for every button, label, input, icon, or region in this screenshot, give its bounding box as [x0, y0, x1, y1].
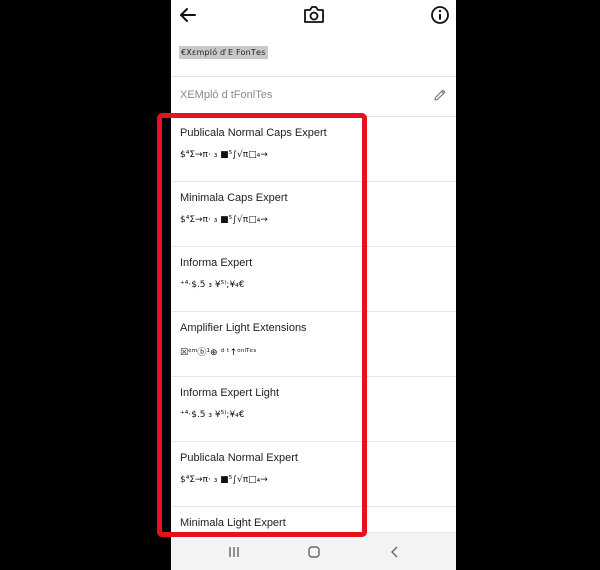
divider: [171, 76, 456, 77]
font-name: Informa Expert: [180, 257, 253, 269]
camera-button[interactable]: [301, 2, 327, 28]
info-button[interactable]: [427, 2, 453, 28]
font-name: Minimala Caps Expert: [180, 192, 288, 204]
font-name: Minimala Light Expert: [180, 517, 286, 529]
font-preview-row: €Χεmpló ď E FonΤes: [171, 36, 456, 72]
recent-apps-icon: [229, 547, 239, 557]
font-sample: $⁴Σ→π· ₃ ■⁵∫√π□₄→: [180, 215, 268, 225]
camera-icon: [304, 6, 324, 23]
font-list: Publicala Normal Caps Expert $⁴Σ→π· ₃ ■⁵…: [171, 117, 456, 532]
font-list-item[interactable]: Publicala Normal Expert $⁴Σ→π· ₃ ■⁵∫√π□₄…: [171, 442, 456, 507]
chevron-left-icon: [391, 546, 398, 558]
text-edit-row[interactable]: XEMpló d tFonlTes: [171, 78, 456, 116]
home-button[interactable]: [302, 541, 326, 563]
home-icon: [308, 546, 320, 558]
preview-text[interactable]: €Χεmpló ď E FonΤes: [179, 46, 268, 59]
phone-screen: €Χεmpló ď E FonΤes XEMpló d tFonlTes Pub…: [171, 0, 456, 570]
pencil-icon[interactable]: [433, 88, 447, 102]
font-name: Informa Expert Light: [180, 387, 280, 399]
info-icon: [431, 6, 449, 24]
edit-text-field[interactable]: XEMpló d tFonlTes: [180, 89, 272, 101]
font-sample: ☒ᵉᵐⓑ¹⊕ ᵈ ᵗ↑ᵒⁿˡᵀᵉˢ: [180, 348, 257, 358]
font-sample: $⁴Σ→π· ₃ ■⁵∫√π□₄→: [180, 150, 268, 160]
font-list-item[interactable]: Amplifier Light Extensions ☒ᵉᵐⓑ¹⊕ ᵈ ᵗ↑ᵒⁿ…: [171, 312, 456, 377]
font-name: Publicala Normal Expert: [180, 452, 298, 464]
font-list-item[interactable]: Minimala Light Expert: [171, 507, 456, 532]
recent-apps-button[interactable]: [222, 541, 246, 563]
font-list-item[interactable]: Informa Expert Light ⁺⁴·$.5 ₃ ¥⁵⁾;¥₄€: [171, 377, 456, 442]
back-button[interactable]: [175, 2, 201, 28]
nav-back-button[interactable]: [383, 541, 407, 563]
system-nav-bar: [171, 532, 456, 570]
arrow-left-icon: [180, 8, 196, 22]
font-sample: ⁺⁴·$.5 ₃ ¥⁵⁾;¥₄€: [180, 410, 245, 420]
font-list-item[interactable]: Minimala Caps Expert $⁴Σ→π· ₃ ■⁵∫√π□₄→: [171, 182, 456, 247]
font-list-item[interactable]: Publicala Normal Caps Expert $⁴Σ→π· ₃ ■⁵…: [171, 117, 456, 182]
font-name: Amplifier Light Extensions: [180, 322, 307, 334]
font-sample: ⁺⁴·$.5 ₃ ¥⁵⁾;¥₄€: [180, 280, 245, 290]
font-name: Publicala Normal Caps Expert: [180, 127, 327, 139]
font-list-item[interactable]: Informa Expert ⁺⁴·$.5 ₃ ¥⁵⁾;¥₄€: [171, 247, 456, 312]
app-toolbar: [171, 0, 456, 30]
font-sample: $⁴Σ→π· ₃ ■⁵∫√π□₄→: [180, 475, 268, 485]
